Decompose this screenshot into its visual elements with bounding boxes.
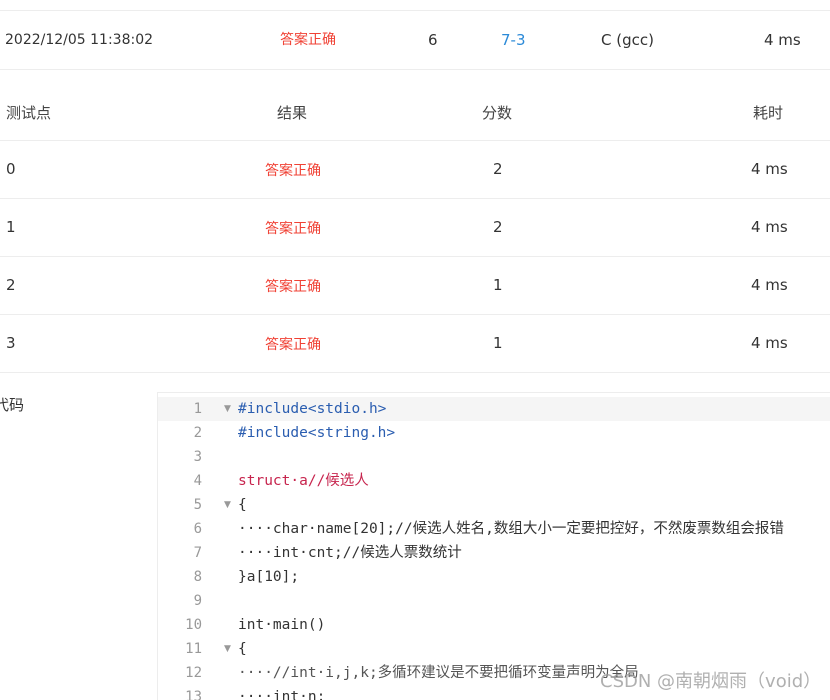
- header-testpoint: 测试点: [6, 104, 52, 122]
- code-editor[interactable]: 1 ▼ #include<stdio.h> 2 #include<string.…: [157, 392, 830, 700]
- fold-arrow-icon[interactable]: ▼: [224, 493, 231, 517]
- code-line: 8 }a[10];: [158, 565, 830, 589]
- problem-link[interactable]: 7-3: [501, 31, 526, 49]
- submission-status: 答案正确: [280, 32, 336, 48]
- testpoint-score: 1: [493, 334, 503, 352]
- csdn-watermark: CSDN @南朝烟雨（void）: [600, 671, 822, 692]
- code-text: struct·a//候选人: [238, 473, 369, 489]
- testpoint-id: 1: [6, 218, 16, 236]
- code-text: ····//int·i,j,k;多循环建议是不要把循环变量声明为全局: [238, 665, 639, 681]
- submission-time: 2022/12/05 11:38:02: [5, 32, 154, 48]
- testpoint-id: 3: [6, 334, 16, 352]
- header-result: 结果: [277, 104, 308, 122]
- submission-row: 2022/12/05 11:38:02 答案正确 6 7-3 C (gcc) 4…: [0, 11, 830, 70]
- testpoint-id: 2: [6, 276, 16, 294]
- code-line: 6 ····char·name[20];//候选人姓名,数组大小一定要把控好，不…: [158, 517, 830, 541]
- submission-compiler: C (gcc): [601, 31, 654, 49]
- code-text: ····int·cnt;//候选人票数统计: [238, 545, 462, 561]
- table-row: 0 答案正确 2 4 ms: [0, 141, 830, 199]
- line-number: 13: [185, 689, 202, 700]
- code-text: }a[10];: [238, 569, 300, 585]
- code-text: int·main(): [238, 617, 326, 633]
- testpoint-result: 答案正确: [265, 337, 321, 353]
- code-line: 5 ▼ {: [158, 493, 830, 517]
- line-number: 11: [185, 641, 202, 657]
- code-text: ····char·name[20];//候选人姓名,数组大小一定要把控好，不然废…: [238, 521, 784, 537]
- line-number: 1: [193, 401, 202, 417]
- line-number: 4: [193, 473, 202, 489]
- table-row: 2 答案正确 1 4 ms: [0, 257, 830, 315]
- line-number: 3: [193, 449, 202, 465]
- code-line: 3: [158, 445, 830, 469]
- header-time: 耗时: [753, 104, 784, 122]
- code-text: {: [238, 497, 247, 513]
- code-text: #include<string.h>: [238, 425, 396, 441]
- code-text: {: [238, 641, 247, 657]
- testpoint-result: 答案正确: [265, 163, 321, 179]
- testpoint-id: 0: [6, 160, 16, 178]
- testcase-table: 测试点 结果 分数 耗时 0 答案正确 2 4 ms 1 答案正确 2 4 ms…: [0, 83, 830, 373]
- testpoint-time: 4 ms: [751, 218, 788, 236]
- code-line: 7 ····int·cnt;//候选人票数统计: [158, 541, 830, 565]
- testpoint-time: 4 ms: [751, 334, 788, 352]
- code-line: 11 ▼ {: [158, 637, 830, 661]
- table-row: 1 答案正确 2 4 ms: [0, 199, 830, 257]
- line-number: 8: [193, 569, 202, 585]
- header-score: 分数: [482, 104, 513, 122]
- line-number: 10: [185, 617, 202, 633]
- line-number: 2: [193, 425, 202, 441]
- code-line: 1 ▼ #include<stdio.h>: [158, 397, 830, 421]
- submission-elapsed: 4 ms: [764, 31, 801, 49]
- testpoint-score: 2: [493, 160, 503, 178]
- line-number: 5: [193, 497, 202, 513]
- code-text: ····int·n;: [238, 689, 326, 700]
- line-number: 7: [193, 545, 202, 561]
- code-line: 4 struct·a//候选人: [158, 469, 830, 493]
- code-line: 2 #include<string.h>: [158, 421, 830, 445]
- fold-arrow-icon[interactable]: ▼: [224, 397, 231, 421]
- submission-score: 6: [428, 31, 438, 49]
- fold-arrow-icon[interactable]: ▼: [224, 637, 231, 661]
- testpoint-result: 答案正确: [265, 279, 321, 295]
- code-section-label: 代码: [0, 396, 25, 414]
- testpoint-score: 2: [493, 218, 503, 236]
- testpoint-time: 4 ms: [751, 276, 788, 294]
- code-text: #include<stdio.h>: [238, 401, 387, 417]
- testpoint-score: 1: [493, 276, 503, 294]
- code-line: 10 int·main(): [158, 613, 830, 637]
- testpoint-time: 4 ms: [751, 160, 788, 178]
- code-line: 9: [158, 589, 830, 613]
- line-number: 9: [193, 593, 202, 609]
- line-number: 12: [185, 665, 202, 681]
- line-number: 6: [193, 521, 202, 537]
- testcase-table-header: 测试点 结果 分数 耗时: [0, 83, 830, 141]
- testpoint-result: 答案正确: [265, 221, 321, 237]
- table-row: 3 答案正确 1 4 ms: [0, 315, 830, 373]
